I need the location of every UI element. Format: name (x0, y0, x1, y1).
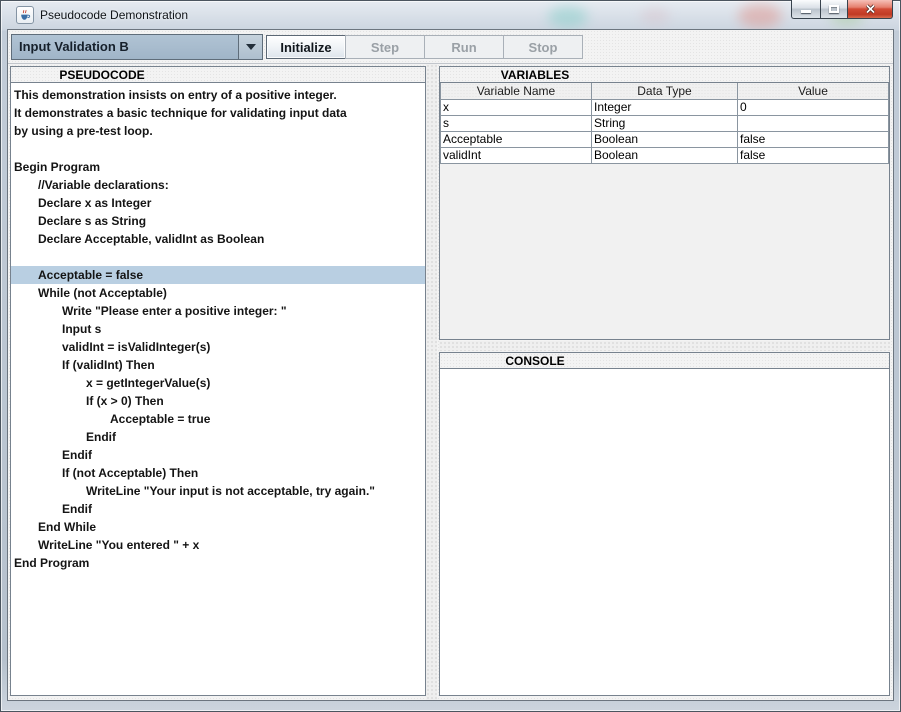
table-cell: false (738, 131, 889, 147)
vertical-splitter[interactable] (426, 64, 437, 700)
titlebar: Pseudocode Demonstration (0, 0, 901, 30)
pseudocode-line: Declare s as String (11, 212, 425, 230)
variables-pane-header: VARIABLES (440, 67, 889, 83)
minimize-icon (801, 10, 811, 13)
table-cell: Boolean (592, 131, 738, 147)
window-controls (791, 0, 893, 19)
pseudocode-line: End While (11, 518, 425, 536)
variables-column-header: Data Type (592, 83, 738, 99)
pseudocode-line: If (x > 0) Then (11, 392, 425, 410)
horizontal-splitter[interactable] (439, 341, 890, 351)
console-output[interactable] (440, 370, 889, 695)
variables-column-header: Variable Name (441, 83, 592, 99)
content: PSEUDOCODE This demonstration insists on… (8, 64, 893, 700)
table-cell: s (441, 115, 592, 131)
pseudocode-line: validInt = isValidInteger(s) (11, 338, 425, 356)
pseudocode-line: //Variable declarations: (11, 176, 425, 194)
pseudocode-line: While (not Acceptable) (11, 284, 425, 302)
chevron-down-icon (238, 35, 262, 59)
variables-header-row: Variable NameData TypeValue (441, 83, 889, 99)
table-row: validIntBooleanfalse (441, 147, 889, 163)
pseudocode-line: WriteLine "You entered " + x (11, 536, 425, 554)
toolbar-buttons: Initialize Step Run Stop (266, 35, 583, 59)
table-cell: Acceptable (441, 131, 592, 147)
window-title: Pseudocode Demonstration (40, 8, 188, 22)
app-window: Pseudocode Demonstration Input Validatio… (0, 0, 901, 712)
variables-table: Variable NameData TypeValue xInteger0sSt… (440, 83, 889, 164)
table-cell: x (441, 99, 592, 115)
variables-pane: VARIABLES Variable NameData TypeValue xI… (439, 66, 890, 340)
glass-reflection (548, 6, 588, 28)
variables-column-header: Value (738, 83, 889, 99)
close-button[interactable] (848, 0, 893, 19)
pseudocode-line: Input s (11, 320, 425, 338)
table-cell: false (738, 147, 889, 163)
demo-select-value: Input Validation B (12, 35, 238, 59)
table-cell: validInt (441, 147, 592, 163)
pseudocode-line: Acceptable = true (11, 410, 425, 428)
pseudocode-line (11, 248, 425, 266)
maximize-button[interactable] (820, 0, 848, 19)
pseudocode-line: Acceptable = false (11, 266, 425, 284)
table-cell (738, 115, 889, 131)
java-coffee-icon (16, 6, 34, 24)
pseudocode-line: by using a pre-test loop. (11, 122, 425, 140)
table-cell: Integer (592, 99, 738, 115)
table-row: sString (441, 115, 889, 131)
demo-select[interactable]: Input Validation B (11, 34, 263, 60)
pseudocode-line: End Program (11, 554, 425, 572)
console-pane-header: CONSOLE (440, 353, 889, 369)
stop-button[interactable]: Stop (503, 35, 583, 59)
pseudocode-line: Begin Program (11, 158, 425, 176)
pseudocode-pane: PSEUDOCODE This demonstration insists on… (10, 66, 426, 696)
pseudocode-title: PSEUDOCODE (11, 68, 193, 83)
glass-reflection (738, 4, 782, 28)
pseudocode-pane-header: PSEUDOCODE (11, 67, 425, 83)
maximize-icon (829, 5, 839, 13)
pseudocode-line: Endif (11, 500, 425, 518)
pseudocode-line: If (not Acceptable) Then (11, 464, 425, 482)
pseudocode-line: Endif (11, 446, 425, 464)
table-row: xInteger0 (441, 99, 889, 115)
variables-title: VARIABLES (440, 68, 630, 83)
console-pane: CONSOLE (439, 352, 890, 696)
pseudocode-line: Declare Acceptable, validInt as Boolean (11, 230, 425, 248)
close-icon (865, 4, 876, 14)
minimize-button[interactable] (791, 0, 820, 19)
run-button[interactable]: Run (424, 35, 504, 59)
pseudocode-line (11, 140, 425, 158)
pseudocode-line: This demonstration insists on entry of a… (11, 86, 425, 104)
step-button[interactable]: Step (345, 35, 425, 59)
pseudocode-line: Write "Please enter a positive integer: … (11, 302, 425, 320)
variables-body: xInteger0sString AcceptableBooleanfalsev… (441, 99, 889, 163)
client-area: Input Validation B Initialize Step Run S… (8, 30, 893, 700)
console-title: CONSOLE (440, 354, 630, 369)
pseudocode-line: x = getIntegerValue(s) (11, 374, 425, 392)
pseudocode-line: If (validInt) Then (11, 356, 425, 374)
pseudocode-line: Declare x as Integer (11, 194, 425, 212)
table-cell: Boolean (592, 147, 738, 163)
toolbar: Input Validation B Initialize Step Run S… (8, 30, 893, 64)
table-cell: String (592, 115, 738, 131)
pseudocode-line: It demonstrates a basic technique for va… (11, 104, 425, 122)
initialize-button[interactable]: Initialize (266, 35, 346, 59)
glass-reflection (640, 8, 670, 24)
table-cell: 0 (738, 99, 889, 115)
table-row: AcceptableBooleanfalse (441, 131, 889, 147)
pseudocode-line: Endif (11, 428, 425, 446)
pseudocode-line: WriteLine "Your input is not acceptable,… (11, 482, 425, 500)
pseudocode-text: This demonstration insists on entry of a… (11, 84, 425, 695)
